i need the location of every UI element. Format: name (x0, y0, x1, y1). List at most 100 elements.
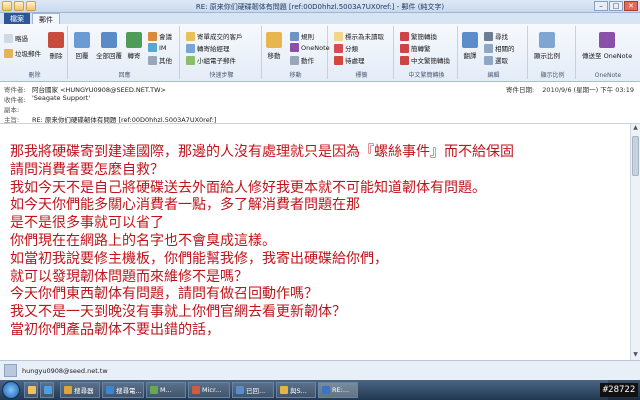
related-button[interactable]: 相關的 (484, 43, 515, 53)
body-line: 是不是很多事就可以省了 (10, 215, 164, 232)
find-button[interactable]: 尋找 (484, 31, 508, 41)
taskbar-item-5[interactable]: 已回... (232, 382, 274, 398)
forward-icon (126, 32, 142, 48)
forward-button[interactable]: 轉寄 (126, 32, 142, 60)
body-line: 就可以發現韌体問題而來維修不是嗎？ (10, 268, 248, 285)
taskbar: 搜尋器 搜尋電... M... Micr... 已回... 與S... RE:.… (0, 380, 640, 400)
zoom-group: 顯示比例 顯示比例 (530, 26, 576, 79)
start-button[interactable] (2, 381, 20, 399)
more-respond-button[interactable]: 其他 (148, 55, 172, 65)
reply-button[interactable]: 回覆 (74, 32, 90, 60)
ignore-button[interactable]: 略過 (4, 33, 28, 43)
onenote-group-label: OneNote (594, 72, 622, 79)
onenote-icon (290, 43, 299, 52)
subject-label: 主旨: (4, 116, 20, 124)
delete-button[interactable]: 刪除 (48, 32, 64, 60)
select-button[interactable]: 選取 (484, 55, 508, 65)
taskbar-item-3[interactable]: M... (146, 382, 186, 398)
reply-all-button[interactable]: 全部回覆 (96, 32, 122, 60)
meeting-button[interactable]: 會議 (148, 31, 172, 41)
tab-message[interactable]: 郵件 (32, 13, 60, 24)
message-body[interactable]: 那我將硬碟寄到建達國際，那邊的人沒有處理就只是因為『螺絲事件』而不給保固 請問消… (0, 124, 630, 360)
quick-step-3-icon (186, 55, 195, 65)
quick-step-1[interactable]: 寄單成交的客戶 (186, 31, 243, 41)
move-button[interactable]: 移動 (266, 32, 282, 60)
app-icon (106, 386, 114, 394)
followup-button[interactable]: 待處理 (334, 55, 365, 65)
select-icon (484, 55, 493, 65)
scroll-down-icon[interactable]: ▼ (631, 351, 640, 360)
trad-to-simp-button[interactable]: 繁簡轉換 (400, 31, 437, 41)
translate-button[interactable]: 翻譯 (462, 32, 478, 60)
media-icon (44, 386, 52, 394)
body-line: 如當初我說要修主機板，你們能幫我修，我寄出硬碟給你們， (10, 250, 388, 267)
sent-label: 寄件日期: (506, 86, 535, 94)
junk-icon (4, 48, 13, 58)
simp-to-trad-button[interactable]: 簡轉繁 (400, 43, 431, 53)
category-icon (334, 43, 343, 53)
simp-to-trad-icon (400, 43, 409, 53)
taskbar-item-1[interactable]: 搜尋器 (60, 382, 100, 398)
taskbar-pin-media[interactable] (40, 382, 54, 398)
from-value[interactable]: 阿台國家 <HUNGYU0908@SEED.NET.TW> (32, 84, 166, 94)
actions-icon (290, 55, 299, 65)
window-title: RE: 原来你们硬碟韌体有問題 [ref:00D0hhzl.5003A7UX0r… (195, 3, 445, 11)
edit-group: 翻譯 尋找 相關的 選取 編輯 (460, 26, 528, 79)
chinese-conversion-group: 繁簡轉換 簡轉繁 中文繁簡轉換 中文繁簡轉換 (396, 26, 458, 79)
onenote-move-button[interactable]: OneNote (290, 43, 330, 52)
scroll-up-icon[interactable]: ▲ (631, 124, 640, 133)
title-bar: RE: 原来你们硬碟韌体有問題 [ref:00D0hhzl.5003A7UX0r… (0, 0, 640, 13)
app-icon (150, 386, 158, 394)
maximize-button[interactable]: □ (609, 1, 623, 11)
outlook-icon (322, 386, 330, 394)
send-to-onenote-button[interactable]: 傳送至 OneNote (582, 32, 632, 60)
app-icon (64, 386, 72, 394)
scrollbar-thumb[interactable] (632, 136, 639, 176)
rules-icon (290, 31, 299, 41)
people-pane: hungyu0908@seed.net.tw (0, 360, 640, 380)
junk-button[interactable]: 垃圾郵件 (4, 48, 41, 58)
people-pane-email[interactable]: hungyu0908@seed.net.tw (22, 367, 108, 375)
body-line: 我如今天不是自己將硬碟送去外面給人修好我更本就不可能知道韌体有問題。 (10, 179, 486, 196)
explorer-icon (28, 386, 36, 394)
chinese-conversion-icon (400, 55, 409, 65)
actions-button[interactable]: 動作 (290, 55, 314, 65)
vertical-scrollbar[interactable]: ▲ ▼ (630, 124, 640, 360)
taskbar-item-6[interactable]: 與S... (276, 382, 316, 398)
taskbar-pin-explorer[interactable] (24, 382, 38, 398)
quick-step-3[interactable]: 小組電子郵件 (186, 55, 236, 65)
chinese-conversion-button[interactable]: 中文繁簡轉換 (400, 55, 450, 65)
delete-group-label: 刪除 (28, 72, 41, 79)
tab-file[interactable]: 檔案 (4, 13, 30, 24)
taskbar-item-4[interactable]: Micr... (188, 382, 230, 398)
respond-group: 回覆 全部回覆 轉寄 會議 IM 其他 回應 (70, 26, 180, 79)
body-line: 你們現在在網路上的名字也不會臭成這樣。 (10, 232, 276, 249)
subject-value: RE: 原来你们硬碟韌体有問題 [ref:00D0hhzl.5003A7UX0r… (32, 116, 217, 124)
minimize-button[interactable]: – (594, 1, 608, 11)
close-button[interactable]: ✕ (624, 1, 638, 11)
quick-steps-group: 寄單成交的客戶 轉寄給經理 小組電子郵件 快速步驟 (182, 26, 262, 79)
onenote-send-icon (599, 32, 616, 48)
quick-step-2[interactable]: 轉寄給經理 (186, 43, 230, 53)
app-icon (236, 386, 244, 394)
onenote-group: 傳送至 OneNote OneNote (578, 26, 638, 79)
rules-button[interactable]: 規則 (290, 31, 314, 41)
move-group: 移動 規則 OneNote 動作 移動 (264, 26, 330, 79)
related-icon (484, 43, 493, 53)
calendar-icon (148, 31, 157, 41)
zoom-button[interactable]: 顯示比例 (534, 32, 560, 60)
sent-value: 2010/9/6 (星期一) 下午 03:19 (542, 86, 634, 94)
cc-label: 副本: (4, 106, 20, 114)
image-watermark: #28722 (600, 383, 638, 397)
avatar[interactable] (4, 364, 17, 377)
delete-icon (48, 32, 64, 48)
mark-unread-button[interactable]: 標示為未讀取 (334, 31, 384, 41)
app-icon (192, 386, 200, 394)
taskbar-item-active[interactable]: RE:... (318, 382, 358, 398)
taskbar-item-2[interactable]: 搜尋電... (102, 382, 144, 398)
to-value[interactable]: 'Seagate Support' (32, 94, 90, 103)
categorize-button[interactable]: 分類 (334, 43, 358, 53)
cc-row: 副本: (4, 104, 32, 114)
app-icon (280, 386, 288, 394)
im-button[interactable]: IM (148, 43, 167, 52)
